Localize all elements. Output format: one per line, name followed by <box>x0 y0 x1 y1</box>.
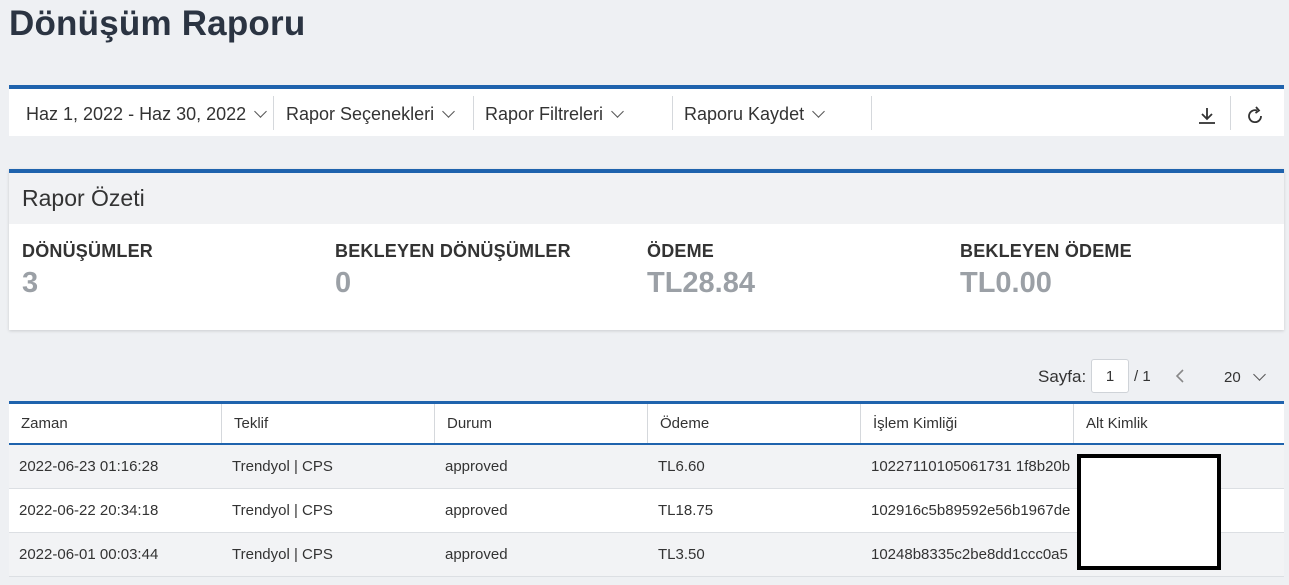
cell-status: approved <box>445 546 508 563</box>
conversion-report-page: Dönüşüm Raporu Haz 1, 2022 - Haz 30, 202… <box>0 0 1289 585</box>
metric-value: 3 <box>22 267 39 299</box>
cell-time: 2022-06-01 00:03:44 <box>19 546 159 563</box>
chevron-down-icon <box>442 104 455 118</box>
column-header[interactable]: Durum <box>435 404 648 443</box>
chevron-down-icon <box>812 104 825 118</box>
chevron-down-icon <box>1252 368 1266 381</box>
metric-payout: ÖDEME TL28.84 <box>647 241 755 300</box>
column-header[interactable]: Alt Kimlik <box>1074 404 1284 443</box>
cell-transaction-id: 102916c5b89592e56b1967de <box>871 502 1071 519</box>
chevron-down-icon <box>254 104 268 118</box>
toolbar-divider <box>1230 96 1231 130</box>
report-summary-card: Rapor Özeti DÖNÜŞÜMLER 3 BEKLEYEN DÖNÜŞÜ… <box>9 169 1284 330</box>
cell-offer: Trendyol | CPS <box>232 502 333 519</box>
cell-transaction-id: 10227110105061731 1f8b20b <box>871 458 1071 475</box>
cell-status: approved <box>445 458 508 475</box>
metric-conversions: DÖNÜŞÜMLER 3 <box>22 241 153 300</box>
summary-title: Rapor Özeti <box>22 185 145 211</box>
report-toolbar: Haz 1, 2022 - Haz 30, 2022 Rapor Seçenek… <box>9 85 1284 136</box>
metric-pending-conversions: BEKLEYEN DÖNÜŞÜMLER 0 <box>335 241 571 300</box>
column-header[interactable]: İşlem Kimliği <box>861 404 1074 443</box>
page-label: Sayfa: <box>1038 367 1087 386</box>
cell-payout: TL3.50 <box>658 546 705 563</box>
date-range-dropdown[interactable]: Haz 1, 2022 - Haz 30, 2022 <box>26 96 268 132</box>
metric-label: DÖNÜŞÜMLER <box>22 241 153 261</box>
chevron-left-icon[interactable] <box>1174 368 1186 384</box>
save-report-label: Raporu Kaydet <box>684 103 805 124</box>
page-title: Dönüşüm Raporu <box>9 4 306 43</box>
page-size-select[interactable]: 20 <box>1224 368 1266 386</box>
toolbar-divider <box>672 96 673 130</box>
cell-time: 2022-06-22 20:34:18 <box>19 502 159 519</box>
save-report-dropdown[interactable]: Raporu Kaydet <box>684 96 825 132</box>
page-total: / 1 <box>1134 368 1151 385</box>
toolbar-divider <box>473 96 474 130</box>
download-icon[interactable] <box>1196 105 1218 127</box>
column-header[interactable]: Teklif <box>222 404 435 443</box>
table-header: Zaman Teklif Durum Ödeme İşlem Kimliği A… <box>9 404 1284 445</box>
cell-transaction-id: 10248b8335c2be8dd1ccc0a5 <box>871 546 1068 563</box>
metric-value: TL0.00 <box>960 267 1052 299</box>
report-filters-label: Rapor Filtreleri <box>485 103 604 124</box>
cell-time: 2022-06-23 01:16:28 <box>19 458 159 475</box>
chevron-down-icon <box>611 104 624 118</box>
metric-label: BEKLEYEN ÖDEME <box>960 241 1132 261</box>
column-header[interactable]: Zaman <box>9 404 222 443</box>
metric-label: ÖDEME <box>647 241 715 261</box>
page-number-input[interactable] <box>1091 359 1129 393</box>
page-size-value: 20 <box>1224 369 1241 386</box>
metric-value: TL28.84 <box>647 267 755 299</box>
summary-header: Rapor Özeti <box>9 173 1284 224</box>
cell-status: approved <box>445 502 508 519</box>
report-options-dropdown[interactable]: Rapor Seçenekleri <box>286 96 455 132</box>
metric-value: 0 <box>335 267 352 299</box>
metric-pending-payout: BEKLEYEN ÖDEME TL0.00 <box>960 241 1132 300</box>
date-range-label: Haz 1, 2022 - Haz 30, 2022 <box>26 103 247 124</box>
toolbar-divider <box>871 96 872 130</box>
cell-payout: TL6.60 <box>658 458 705 475</box>
cell-offer: Trendyol | CPS <box>232 546 333 563</box>
toolbar-divider <box>273 96 274 130</box>
column-header[interactable]: Ödeme <box>648 404 861 443</box>
cell-offer: Trendyol | CPS <box>232 458 333 475</box>
refresh-icon[interactable] <box>1244 105 1266 127</box>
cell-payout: TL18.75 <box>658 502 714 519</box>
redaction-box <box>1077 454 1221 570</box>
metric-label: BEKLEYEN DÖNÜŞÜMLER <box>335 241 571 261</box>
report-options-label: Rapor Seçenekleri <box>286 103 435 124</box>
report-filters-dropdown[interactable]: Rapor Filtreleri <box>485 96 624 132</box>
